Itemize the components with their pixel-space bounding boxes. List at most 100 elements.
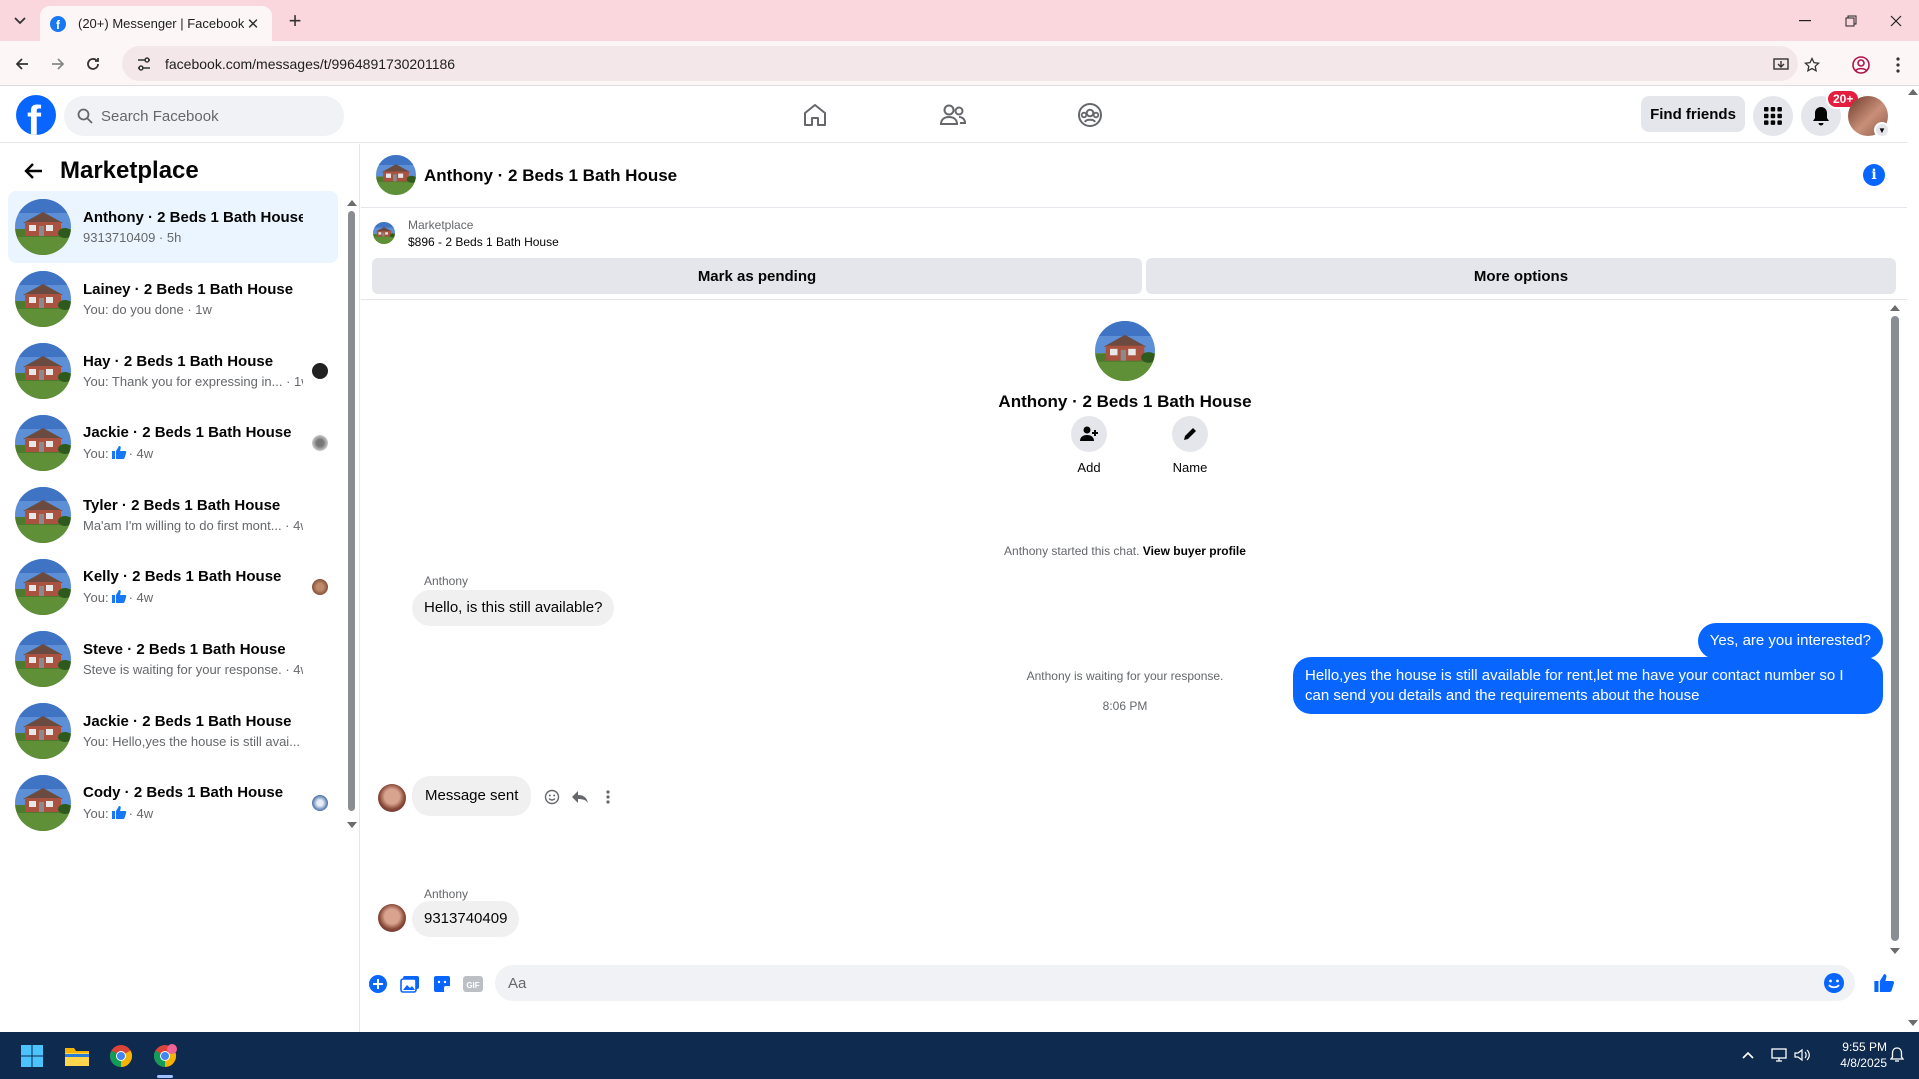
- preview-prefix: You:: [83, 590, 109, 605]
- minimize-icon[interactable]: [1783, 6, 1827, 36]
- pencil-icon[interactable]: [1172, 416, 1208, 452]
- bookmark-star-icon[interactable]: [1801, 54, 1823, 76]
- reply-icon[interactable]: [571, 788, 589, 806]
- install-app-icon[interactable]: [1770, 54, 1792, 76]
- preview-suffix: · 4w: [128, 446, 154, 461]
- page-scrollbar[interactable]: [1907, 86, 1919, 1032]
- tab-close-icon[interactable]: ✕: [244, 15, 262, 33]
- message-input[interactable]: [508, 974, 1808, 992]
- menu-grid-icon[interactable]: [1753, 96, 1793, 136]
- facebook-logo-icon[interactable]: f: [16, 95, 56, 135]
- chrome-profile-icon[interactable]: [148, 1039, 182, 1073]
- conversation-preview: Ma'am I'm willing to do first mont... · …: [83, 518, 303, 533]
- account-chevron-icon[interactable]: ▼: [1874, 122, 1890, 138]
- conversation-item[interactable]: Tyler · 2 Beds 1 Bath House Ma'am I'm wi…: [8, 479, 338, 551]
- sender-avatar[interactable]: [378, 904, 406, 932]
- conversation-item[interactable]: Hay · 2 Beds 1 Bath House You: Thank you…: [8, 335, 338, 407]
- active-app-indicator: [157, 1075, 173, 1078]
- back-arrow-icon[interactable]: [18, 156, 48, 186]
- message-input-field[interactable]: [495, 965, 1855, 1001]
- conversation-item[interactable]: Jackie · 2 Beds 1 Bath House You: Hello,…: [8, 695, 338, 767]
- taskbar-clock[interactable]: 9:55 PM 4/8/2025: [1815, 1039, 1887, 1071]
- chat-house-avatar[interactable]: [376, 155, 416, 195]
- thumbs-up-send-icon[interactable]: [1871, 970, 1897, 996]
- listing-house-avatar: [15, 415, 71, 471]
- scroll-down-arrow-icon[interactable]: [1908, 1020, 1918, 1026]
- conversation-item[interactable]: Steve · 2 Beds 1 Bath House Steve is wai…: [8, 623, 338, 695]
- browser-tab[interactable]: f (20+) Messenger | Facebook ✕: [40, 6, 272, 41]
- speaker-icon[interactable]: [1792, 1045, 1812, 1065]
- groups-icon[interactable]: [1070, 96, 1110, 134]
- file-explorer-icon[interactable]: [60, 1039, 94, 1073]
- display-icon[interactable]: [1769, 1045, 1789, 1065]
- scrollbar-thumb[interactable]: [348, 211, 355, 811]
- reload-icon[interactable]: [80, 51, 106, 77]
- restore-icon[interactable]: [1829, 6, 1873, 36]
- forward-arrow-icon[interactable]: [45, 51, 71, 77]
- scroll-down-arrow-icon[interactable]: [347, 822, 357, 828]
- close-window-icon[interactable]: [1874, 6, 1918, 36]
- incoming-message[interactable]: Message sent: [412, 776, 532, 816]
- conversation-item[interactable]: Anthony · 2 Beds 1 Bath House 9313710409…: [8, 191, 338, 263]
- seen-avatar: [312, 363, 328, 379]
- more-dots-icon[interactable]: [599, 788, 617, 806]
- listing-thumbnail[interactable]: [373, 222, 395, 244]
- tray-chevron-up-icon[interactable]: [1738, 1045, 1758, 1065]
- listing-house-avatar: [15, 559, 71, 615]
- conversation-item[interactable]: Kelly · 2 Beds 1 Bath House You: · 4w: [8, 551, 338, 623]
- add-action[interactable]: Add: [1059, 416, 1119, 475]
- outgoing-message[interactable]: Yes, are you interested?: [1697, 623, 1883, 659]
- notification-center-icon[interactable]: [1887, 1045, 1907, 1065]
- back-arrow-icon[interactable]: [9, 51, 35, 77]
- facebook-search[interactable]: [64, 96, 344, 136]
- address-bar[interactable]: facebook.com/messages/t/9964891730201186: [122, 46, 1798, 81]
- scroll-up-arrow-icon[interactable]: [1890, 305, 1900, 311]
- conversation-item[interactable]: Lainey · 2 Beds 1 Bath House You: do you…: [8, 263, 338, 335]
- scroll-up-arrow-icon[interactable]: [347, 200, 357, 206]
- sticker-icon[interactable]: [431, 973, 453, 995]
- windows-start-icon[interactable]: [15, 1039, 49, 1073]
- view-buyer-profile-link[interactable]: View buyer profile: [1143, 544, 1246, 558]
- site-info-icon[interactable]: [135, 55, 153, 73]
- message-thread: Anthony · 2 Beds 1 Bath House Add Name A…: [361, 301, 1907, 961]
- gif-icon[interactable]: GIF: [462, 973, 484, 995]
- browser-toolbar: facebook.com/messages/t/9964891730201186: [0, 41, 1919, 86]
- photo-icon[interactable]: [399, 973, 421, 995]
- incoming-message[interactable]: 9313740409: [412, 901, 520, 937]
- info-icon[interactable]: i: [1863, 164, 1885, 186]
- profile-account-icon[interactable]: [1850, 54, 1872, 76]
- scroll-up-arrow-icon[interactable]: [1908, 89, 1918, 95]
- friends-icon[interactable]: [933, 96, 973, 134]
- new-tab-plus-icon[interactable]: +: [283, 8, 307, 33]
- incoming-message[interactable]: Hello, is this still available?: [412, 590, 615, 626]
- conversation-name: Hay · 2 Beds 1 Bath House: [83, 353, 274, 370]
- chrome-icon[interactable]: [104, 1039, 138, 1073]
- url-text: facebook.com/messages/t/9964891730201186: [165, 55, 456, 72]
- find-friends-button[interactable]: Find friends: [1641, 96, 1745, 132]
- conversation-item[interactable]: Cody · 2 Beds 1 Bath House You: · 4w: [8, 767, 338, 839]
- scrollbar-thumb[interactable]: [1891, 316, 1899, 941]
- plus-circle-icon[interactable]: [367, 973, 389, 995]
- thread-scrollbar[interactable]: [1889, 301, 1901, 961]
- more-options-button[interactable]: More options: [1146, 258, 1896, 294]
- sender-avatar[interactable]: [378, 784, 406, 812]
- tab-list-chevron-icon[interactable]: [9, 10, 31, 32]
- emoji-icon[interactable]: [1823, 972, 1845, 997]
- conversation-item[interactable]: Jackie · 2 Beds 1 Bath House You: · 4w: [8, 407, 338, 479]
- conversation-preview: Steve is waiting for your response. · 4w: [83, 662, 303, 677]
- react-emoji-icon[interactable]: [543, 788, 561, 806]
- search-input[interactable]: [101, 107, 321, 125]
- browser-menu-icon[interactable]: [1887, 54, 1909, 76]
- listing-price-title[interactable]: $896 - 2 Beds 1 Bath House: [408, 235, 559, 249]
- listing-house-avatar: [15, 199, 71, 255]
- sidebar-scrollbar[interactable]: [347, 196, 357, 828]
- outgoing-message[interactable]: Hello,yes the house is still available f…: [1293, 657, 1883, 714]
- add-person-icon[interactable]: [1071, 416, 1107, 452]
- name-action[interactable]: Name: [1160, 416, 1220, 475]
- message-composer: GIF: [361, 961, 1907, 1031]
- home-icon[interactable]: [795, 96, 835, 134]
- listing-house-avatar: [15, 271, 71, 327]
- chat-title[interactable]: Anthony · 2 Beds 1 Bath House: [424, 166, 677, 186]
- mark-as-pending-button[interactable]: Mark as pending: [372, 258, 1142, 294]
- scroll-down-arrow-icon[interactable]: [1890, 948, 1900, 954]
